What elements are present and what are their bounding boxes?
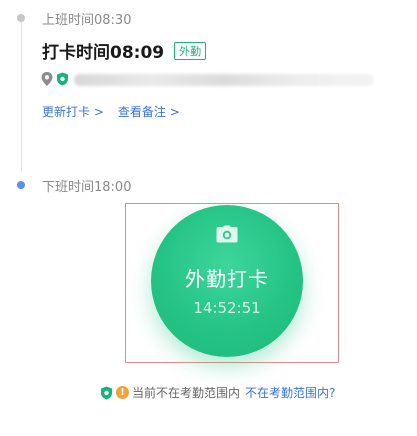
update-punch-link[interactable]: 更新打卡 >	[42, 103, 104, 120]
location-row	[40, 71, 69, 87]
out-of-range-help-link[interactable]: 不在考勤范围内?	[245, 384, 335, 401]
punch-time-title: 打卡时间08:09	[42, 43, 165, 63]
range-notice: ! 当前不在考勤范围内 不在考勤范围内?	[100, 384, 335, 401]
timeline-dot-off-duty	[17, 181, 25, 189]
shield-icon	[57, 72, 68, 86]
on-duty-label: 上班时间08:30	[42, 13, 132, 28]
out-of-range-text: 当前不在考勤范围内	[132, 386, 241, 400]
link-gap	[104, 103, 118, 120]
shield-icon	[101, 386, 112, 399]
punch-record: 打卡时间08:09 外勤	[42, 38, 207, 63]
current-time: 14:52:51	[193, 299, 261, 317]
off-duty-label: 下班时间18:00	[42, 180, 132, 195]
timeline-line	[21, 21, 22, 171]
timeline-dot-on-duty	[17, 14, 25, 22]
field-punch-label: 外勤打卡	[185, 267, 269, 291]
field-work-badge: 外勤	[174, 41, 207, 60]
punch-actions: 更新打卡 > 查看备注 >	[42, 103, 180, 120]
field-punch-button[interactable]: 外勤打卡 14:52:51	[151, 205, 303, 357]
warning-icon: !	[116, 386, 129, 399]
camera-icon	[216, 225, 238, 243]
blurred-address	[74, 74, 374, 86]
location-pin-icon	[41, 72, 53, 86]
view-notes-link[interactable]: 查看备注 >	[118, 103, 180, 120]
